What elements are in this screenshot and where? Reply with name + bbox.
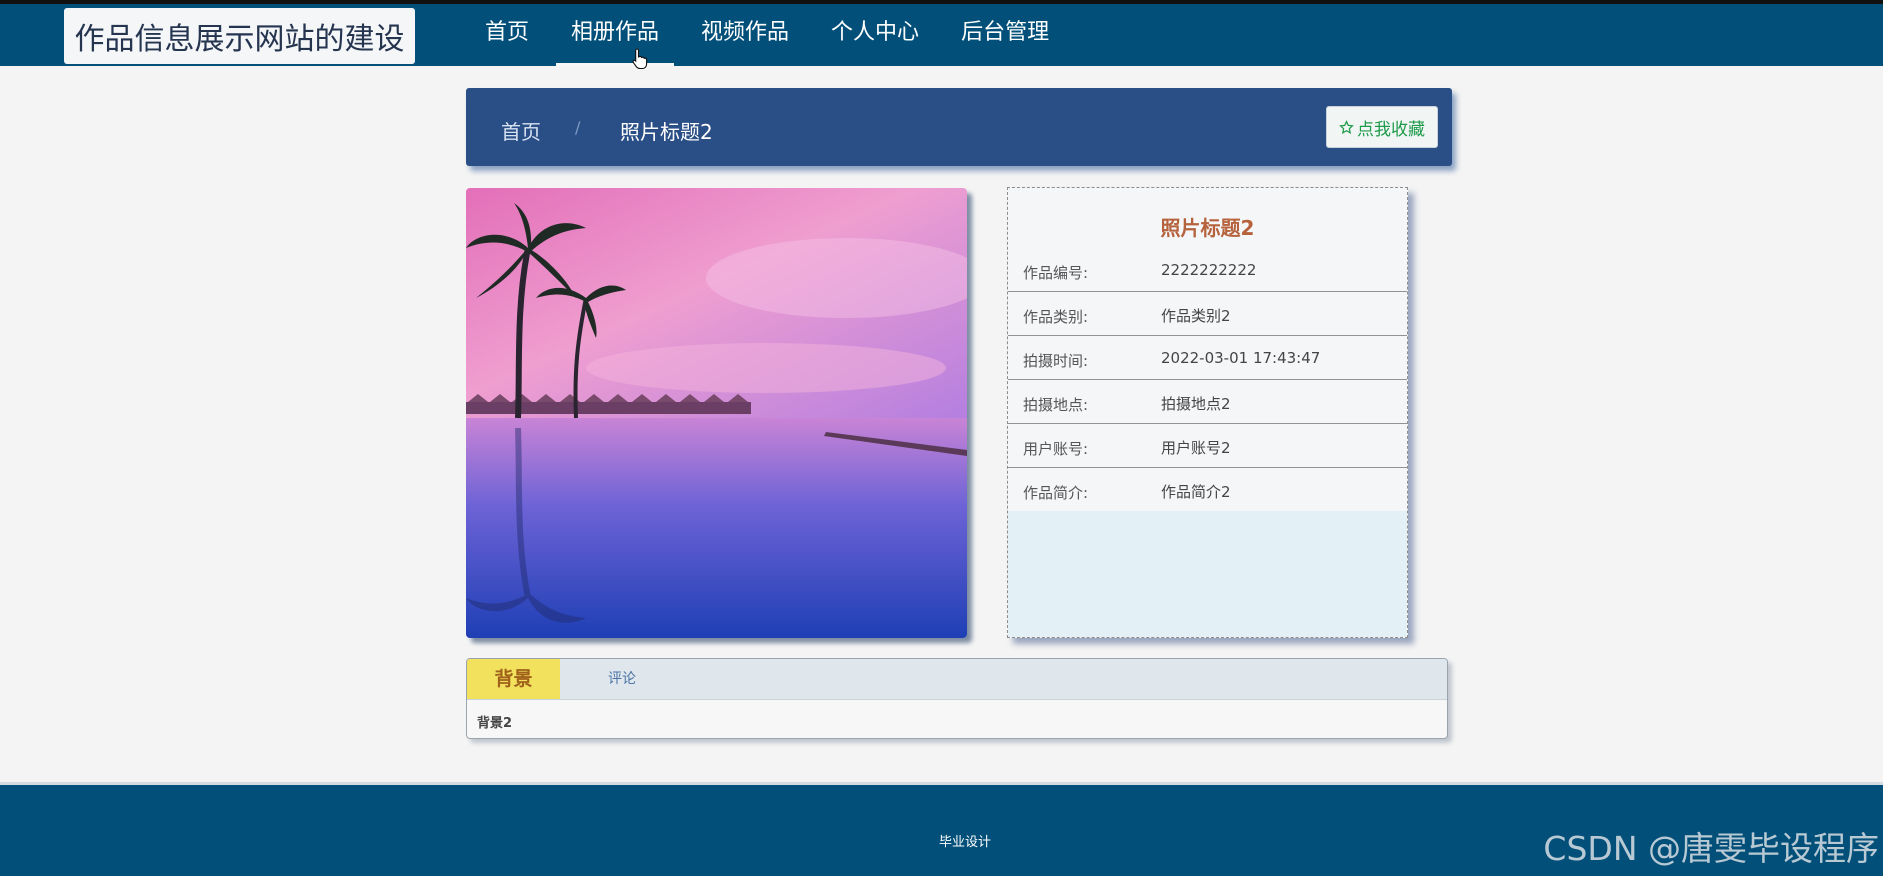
info-row-location: 拍摄地点: 拍摄地点2 — [1008, 380, 1407, 424]
hand-cursor-icon — [632, 48, 648, 70]
info-value: 2022-03-01 17:43:47 — [1161, 349, 1321, 367]
info-label: 作品类别: — [1023, 308, 1089, 326]
info-row-user-account: 用户账号: 用户账号2 — [1008, 424, 1407, 468]
favorite-label: 点我收藏 — [1357, 119, 1425, 140]
info-label: 拍摄地点: — [1023, 396, 1089, 414]
info-row-category: 作品类别: 作品类别2 — [1008, 292, 1407, 336]
favorite-button[interactable]: 点我收藏 — [1326, 106, 1438, 148]
footer-text: 毕业设计 — [939, 835, 992, 850]
tab-content: 背景2 — [477, 716, 513, 731]
info-value: 拍摄地点2 — [1161, 395, 1231, 413]
info-row-work-id: 作品编号: 2222222222 — [1008, 248, 1407, 292]
tab-comments[interactable]: 评论 — [597, 659, 647, 699]
footer: 毕业设计 CSDN @唐雯毕设程序 — [0, 782, 1883, 876]
nav-home[interactable]: 首页 — [470, 4, 544, 66]
info-label: 用户账号: — [1023, 440, 1089, 458]
detail-tabs: 背景 评论 背景2 — [466, 658, 1448, 739]
info-title: 照片标题2 — [1160, 216, 1255, 240]
breadcrumb-separator: / — [575, 118, 581, 137]
nav-video-works[interactable]: 视频作品 — [686, 4, 804, 66]
info-label: 拍摄时间: — [1023, 352, 1089, 370]
info-row-shot-time: 拍摄时间: 2022-03-01 17:43:47 — [1008, 336, 1407, 380]
info-row-intro: 作品简介: 作品简介2 — [1008, 468, 1407, 512]
nav-photo-works[interactable]: 相册作品 — [556, 4, 675, 66]
breadcrumb: 首页 / 照片标题2 点我收藏 — [466, 88, 1452, 166]
tab-background[interactable]: 背景 — [467, 659, 560, 699]
info-value: 作品类别2 — [1161, 307, 1231, 325]
breadcrumb-home-link[interactable]: 首页 — [501, 116, 541, 145]
main-nav: 首页 相册作品 视频作品 个人中心 后台管理 — [470, 4, 1076, 66]
breadcrumb-current: 照片标题2 — [620, 120, 713, 144]
photo-info-card: 照片标题2 作品编号: 2222222222 作品类别: 作品类别2 拍摄时间:… — [1007, 187, 1408, 638]
nav-admin[interactable]: 后台管理 — [946, 4, 1064, 66]
tab-strip: 背景 评论 — [467, 659, 1447, 700]
csdn-watermark: CSDN @唐雯毕设程序 — [1543, 829, 1879, 868]
star-outline-icon — [1339, 119, 1354, 134]
top-navbar: 作品信息展示网站的建设 首页 相册作品 视频作品 个人中心 后台管理 — [0, 0, 1883, 66]
nav-personal-center[interactable]: 个人中心 — [816, 4, 934, 66]
info-label: 作品简介: — [1023, 484, 1089, 502]
photo-image[interactable] — [466, 188, 967, 638]
site-title[interactable]: 作品信息展示网站的建设 — [64, 8, 415, 64]
info-label: 作品编号: — [1023, 264, 1089, 282]
info-value: 2222222222 — [1161, 261, 1257, 279]
info-value: 用户账号2 — [1161, 439, 1231, 457]
info-blank-area — [1008, 511, 1407, 637]
info-value: 作品简介2 — [1161, 483, 1231, 501]
